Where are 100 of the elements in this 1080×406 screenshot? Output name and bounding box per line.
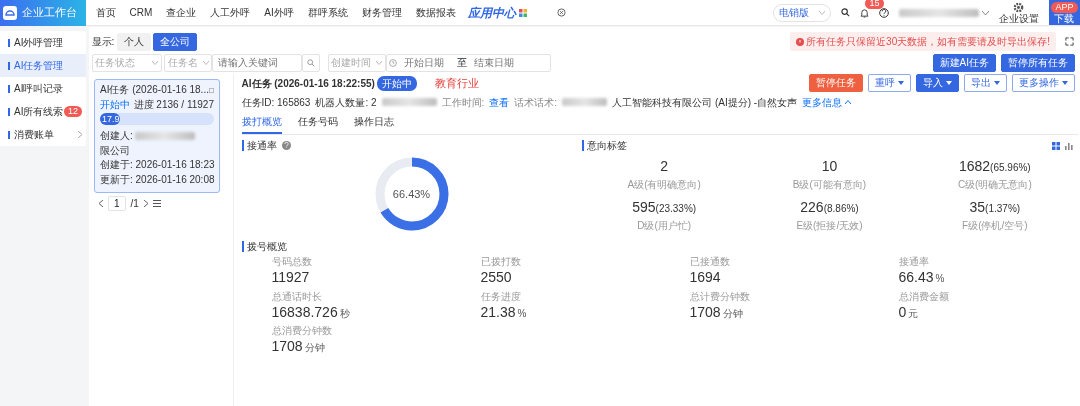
script-value: 人工智能科技有限公司 (AI提分) -自然女声 [612, 95, 798, 110]
intent-label: E级(拒接/无效) [796, 219, 863, 233]
bar-chart-icon[interactable] [1064, 141, 1073, 150]
sidebar-item[interactable]: AI所有线索 12 [0, 100, 86, 123]
clock-icon [389, 58, 397, 67]
end-date-field[interactable]: 结束日期 [472, 54, 522, 71]
work-time-link[interactable]: 查看 [489, 94, 510, 110]
stat-unit: 秒 [339, 306, 350, 321]
blurred-creator [135, 132, 196, 140]
stat-value: 0 [898, 303, 907, 320]
blurred-text [562, 98, 608, 106]
intent-count: 1682 [958, 157, 991, 176]
date-range-field[interactable]: 开始日期 至 结束日期 [385, 53, 551, 72]
intent-label: C级(明确无意向) [957, 178, 1032, 192]
more-info-link[interactable]: 更多信息 [802, 94, 851, 110]
creator-label: 创建人: [100, 130, 133, 142]
stat-label: 总消费分钟数 [271, 324, 333, 338]
status-badge: 开始中 [377, 75, 418, 91]
work-time-label: 工作时间: [441, 95, 485, 110]
tab[interactable]: 任务号码 [297, 112, 338, 134]
scope-label: 显示: [91, 35, 115, 49]
section-title: 拨号概览 [241, 240, 287, 252]
stat-value: 1708 [271, 338, 303, 354]
close-icon[interactable] [556, 8, 566, 17]
task-heading: AI任务 (2026-01-16 18:22:55) [241, 76, 375, 91]
page-field[interactable]: 1 [108, 195, 126, 211]
intent-count: 2 [660, 157, 669, 176]
stat-value: 21.38 [480, 303, 516, 320]
task-id: 任务ID: 165863 [241, 95, 311, 110]
chevron-right-icon [78, 131, 82, 138]
toolbar-button[interactable]: 导出 [964, 74, 1007, 92]
nav-item[interactable]: 群呼系统 [300, 5, 355, 20]
toolbar-button[interactable]: 重呼 [868, 74, 911, 92]
tab[interactable]: 拨打概览 [241, 112, 282, 134]
search-icon [307, 58, 315, 67]
fullscreen-icon[interactable] [1064, 37, 1074, 46]
stat-label: 总通话时长 [271, 289, 323, 304]
stat-label: 总计费分钟数 [689, 289, 751, 304]
sidebar-item[interactable]: AI外呼管理 [0, 31, 86, 54]
app-center-link[interactable]: 应用中心 [467, 3, 516, 22]
stat-unit: % [935, 272, 945, 286]
stat-label: 接通率 [898, 255, 930, 269]
action-button[interactable]: 暂停所有任务 [1001, 53, 1075, 72]
nav-item[interactable]: CRM [122, 5, 160, 20]
stat-value: 1694 [689, 269, 721, 285]
notification-badge: 15 [865, 0, 884, 9]
toolbar-button[interactable]: 更多操作 [1012, 74, 1075, 92]
progress-fill: 17.9 [100, 113, 121, 125]
blurred-text [381, 98, 437, 106]
task-title: AI任务 (2026-01-16 18... [100, 84, 209, 96]
scope-tab[interactable]: 全公司 [153, 32, 198, 51]
nav-item[interactable]: 财务管理 [354, 5, 409, 20]
section-title: 接通率 [241, 140, 277, 151]
start-date-field[interactable]: 开始日期 [402, 54, 452, 71]
task-card[interactable]: AI任务 (2026-01-16 18... 开始中 进度 2136 / 11927 17.9 创建人: 限公司 创建于: 2026-01-16 18:23 更新于: 2026-01-16 20:08 [94, 79, 220, 193]
intent-percent: (1.37%) [985, 203, 1021, 216]
action-button[interactable]: 新建AI任务 [932, 53, 996, 72]
next-page-icon[interactable] [143, 199, 148, 207]
intent-percent: (8.86%) [823, 203, 859, 216]
nav-item[interactable]: 人工外呼 [203, 5, 258, 20]
app-download-button[interactable]: APP 下载 [1049, 0, 1080, 25]
sidebar-item[interactable]: AI任务管理 [0, 54, 86, 77]
progress-text: 进度 2136 / 11927 [133, 98, 214, 111]
warning-icon [795, 37, 804, 46]
intent-count: 10 [821, 157, 838, 176]
nav-item[interactable]: 数据报表 [408, 5, 463, 20]
chevron-down-icon[interactable] [982, 10, 989, 15]
apps-icon [518, 8, 527, 17]
page-total: /1 [130, 196, 139, 211]
scope-tab[interactable]: 个人 [116, 32, 151, 51]
menu-icon[interactable] [152, 199, 161, 207]
chevron-down-icon [202, 60, 209, 65]
stat-value: 16838.726 [271, 303, 338, 320]
chevron-down-icon [376, 60, 382, 65]
nav-item[interactable]: 首页 [88, 5, 123, 20]
keyword-field[interactable]: 请输入关键词 [212, 53, 302, 72]
stat-value: 2550 [480, 269, 512, 285]
stat-value: 1708 [689, 303, 721, 320]
sidebar-item[interactable]: 消费账单 [0, 123, 86, 146]
robot-count: 机器人数量: 2 [315, 95, 377, 110]
previous-page-icon[interactable] [99, 199, 103, 207]
search-icon[interactable] [841, 8, 851, 17]
stat-label: 已接通数 [689, 255, 731, 269]
nav-item[interactable]: 查企业 [159, 5, 204, 20]
settings-button[interactable]: 企业设置 [999, 1, 1039, 24]
nav-item[interactable]: AI外呼 [257, 5, 301, 20]
tab[interactable]: 操作日志 [353, 112, 394, 134]
sidebar-item[interactable]: AI呼叫记录 [0, 77, 86, 100]
help-icon[interactable] [879, 7, 890, 18]
intent-label: A级(有明确意向) [627, 178, 701, 192]
bell-icon[interactable] [860, 8, 870, 19]
grid-view-icon[interactable] [1051, 141, 1060, 150]
stat-value: 11927 [271, 269, 310, 285]
task-status: 开始中 [100, 98, 130, 111]
creator-company: 限公司 [100, 144, 131, 157]
updated-time: 更新于: 2026-01-16 20:08 [100, 173, 214, 186]
version-select[interactable]: 电销版 [773, 3, 832, 22]
toolbar-button[interactable]: 导入 [916, 74, 959, 92]
intent-count: 226 [800, 198, 824, 217]
script-label: 话术话术: [514, 95, 558, 110]
